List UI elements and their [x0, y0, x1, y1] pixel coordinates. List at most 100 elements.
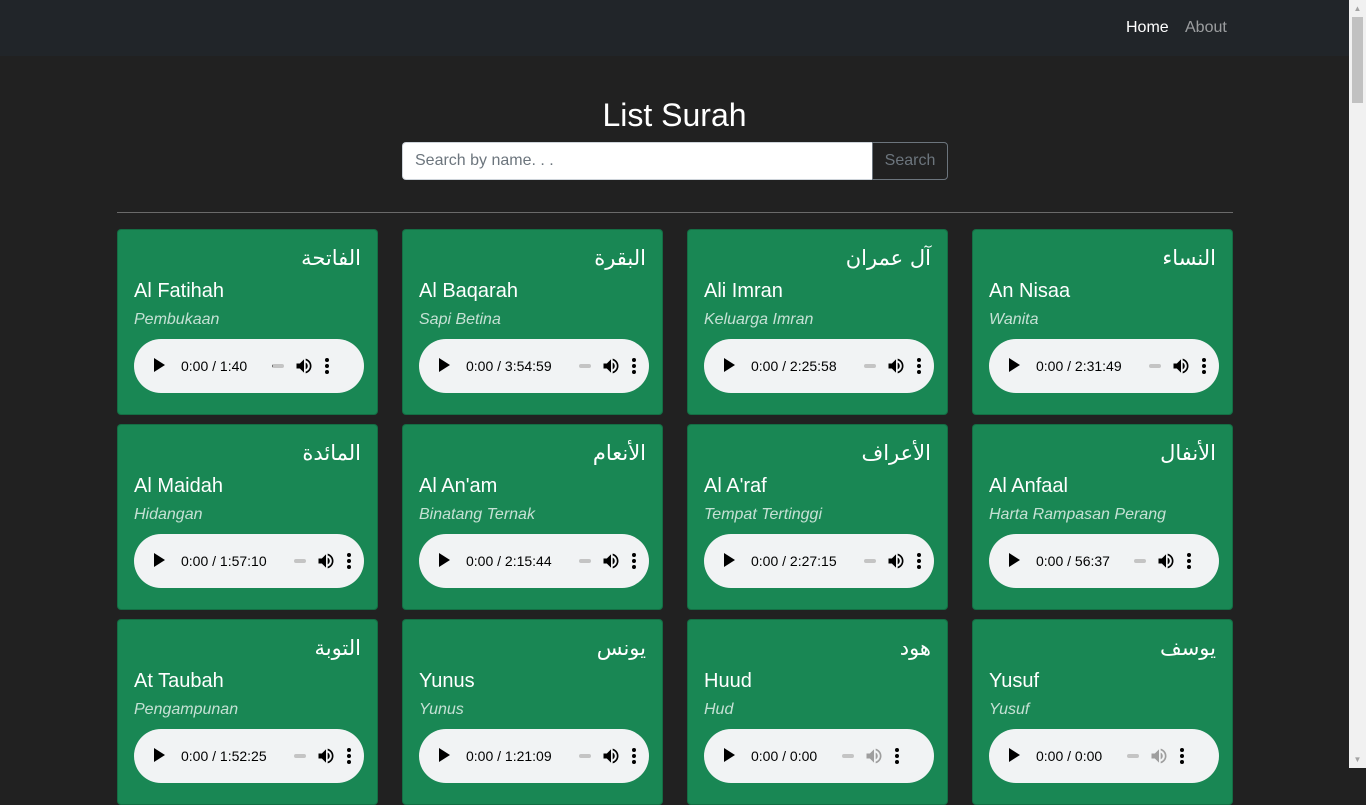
more-vert-icon[interactable]	[1186, 552, 1192, 570]
more-vert-icon[interactable]	[346, 552, 352, 570]
audio-player[interactable]: 0:00 / 3:54:59	[419, 339, 649, 393]
nav-about-link[interactable]: About	[1185, 19, 1227, 37]
more-vert-icon[interactable]	[631, 747, 637, 765]
surah-arabic-name: يونس	[596, 636, 646, 660]
audio-player[interactable]: 0:00 / 0:00	[989, 729, 1219, 783]
surah-meaning: Yusuf	[989, 701, 1030, 718]
audio-progress[interactable]	[842, 754, 855, 758]
audio-progress[interactable]	[272, 364, 285, 368]
audio-time: 0:00 / 2:15:44	[466, 553, 552, 569]
play-icon[interactable]	[1009, 358, 1020, 372]
play-icon[interactable]	[154, 553, 165, 567]
audio-time: 0:00 / 2:25:58	[751, 358, 837, 374]
audio-player[interactable]: 0:00 / 2:15:44	[419, 534, 649, 588]
page-scrollbar[interactable]: ▲ ▼	[1349, 0, 1366, 768]
audio-time: 0:00 / 2:27:15	[751, 553, 837, 569]
volume-icon[interactable]	[1156, 551, 1176, 571]
surah-name: Al An'am	[419, 475, 498, 497]
play-icon[interactable]	[439, 748, 450, 762]
more-vert-icon[interactable]	[631, 357, 637, 375]
play-icon[interactable]	[724, 748, 735, 762]
audio-time: 0:00 / 1:57:10	[181, 553, 267, 569]
surah-card: الأنفال Al Anfaal Harta Rampasan Perang …	[972, 424, 1233, 610]
nav-home-link[interactable]: Home	[1126, 19, 1169, 37]
audio-progress[interactable]	[1127, 754, 1140, 758]
play-icon[interactable]	[154, 358, 165, 372]
volume-icon[interactable]	[601, 356, 621, 376]
volume-icon[interactable]	[864, 746, 884, 766]
more-vert-icon[interactable]	[1179, 747, 1185, 765]
surah-card: الأعراف Al A'raf Tempat Tertinggi 0:00 /…	[687, 424, 948, 610]
surah-arabic-name: البقرة	[594, 246, 646, 270]
more-vert-icon[interactable]	[916, 552, 922, 570]
volume-icon[interactable]	[886, 551, 906, 571]
audio-progress[interactable]	[863, 559, 876, 563]
audio-progress[interactable]	[578, 559, 591, 563]
volume-icon[interactable]	[601, 551, 621, 571]
audio-progress[interactable]	[578, 754, 591, 758]
more-vert-icon[interactable]	[346, 747, 352, 765]
volume-icon[interactable]	[316, 551, 336, 571]
audio-player[interactable]: 0:00 / 1:57:10	[134, 534, 364, 588]
audio-player[interactable]: 0:00 / 1:40	[134, 339, 364, 393]
surah-name: An Nisaa	[989, 280, 1071, 302]
surah-arabic-name: النساء	[1162, 246, 1216, 270]
more-vert-icon[interactable]	[894, 747, 900, 765]
surah-arabic-name: آل عمران	[845, 246, 931, 270]
play-icon[interactable]	[724, 358, 735, 372]
scroll-down-icon[interactable]: ▼	[1349, 751, 1366, 768]
surah-meaning: Binatang Ternak	[419, 506, 535, 523]
audio-progress[interactable]	[863, 364, 876, 368]
play-icon[interactable]	[439, 358, 450, 372]
audio-progress[interactable]	[293, 559, 306, 563]
surah-card: الفاتحة Al Fatihah Pembukaan 0:00 / 1:40	[117, 229, 378, 415]
surah-card: التوبة At Taubah Pengampunan 0:00 / 1:52…	[117, 619, 378, 805]
audio-player[interactable]: 0:00 / 2:27:15	[704, 534, 934, 588]
play-icon[interactable]	[1009, 553, 1020, 567]
audio-time: 0:00 / 1:52:25	[181, 748, 267, 764]
more-vert-icon[interactable]	[631, 552, 637, 570]
play-icon[interactable]	[439, 553, 450, 567]
surah-name: Yunus	[419, 670, 475, 692]
more-vert-icon[interactable]	[1201, 357, 1207, 375]
audio-progress[interactable]	[1148, 364, 1161, 368]
surah-meaning: Hud	[704, 701, 734, 718]
surah-arabic-name: المائدة	[302, 441, 361, 465]
surah-name: Huud	[704, 670, 752, 692]
navbar: Home About	[0, 0, 1349, 56]
search-button[interactable]: Search	[872, 142, 948, 180]
audio-player[interactable]: 0:00 / 2:25:58	[704, 339, 934, 393]
volume-icon[interactable]	[601, 746, 621, 766]
surah-card: آل عمران Ali Imran Keluarga Imran 0:00 /…	[687, 229, 948, 415]
audio-time: 0:00 / 56:37	[1036, 553, 1110, 569]
volume-icon[interactable]	[1171, 356, 1191, 376]
audio-progress[interactable]	[1134, 559, 1147, 563]
scroll-thumb[interactable]	[1352, 17, 1363, 103]
play-icon[interactable]	[154, 748, 165, 762]
audio-player[interactable]: 0:00 / 0:00	[704, 729, 934, 783]
surah-name: Al Anfaal	[989, 475, 1068, 497]
audio-progress[interactable]	[293, 754, 306, 758]
page-title: List Surah	[602, 97, 747, 133]
audio-player[interactable]: 0:00 / 2:31:49	[989, 339, 1219, 393]
audio-progress[interactable]	[578, 364, 591, 368]
volume-icon[interactable]	[886, 356, 906, 376]
surah-card: النساء An Nisaa Wanita 0:00 / 2:31:49	[972, 229, 1233, 415]
surah-name: Al Baqarah	[419, 280, 518, 302]
surah-arabic-name: التوبة	[314, 636, 361, 660]
volume-icon[interactable]	[316, 746, 336, 766]
audio-player[interactable]: 0:00 / 56:37	[989, 534, 1219, 588]
search-input[interactable]	[402, 142, 872, 180]
surah-arabic-name: هود	[899, 636, 931, 660]
audio-player[interactable]: 0:00 / 1:52:25	[134, 729, 364, 783]
volume-icon[interactable]	[294, 356, 314, 376]
more-vert-icon[interactable]	[324, 357, 330, 375]
scroll-up-icon[interactable]: ▲	[1349, 0, 1366, 17]
surah-name: Al Fatihah	[134, 280, 225, 302]
play-icon[interactable]	[1009, 748, 1020, 762]
volume-icon[interactable]	[1149, 746, 1169, 766]
play-icon[interactable]	[724, 553, 735, 567]
more-vert-icon[interactable]	[916, 357, 922, 375]
audio-time: 0:00 / 3:54:59	[466, 358, 552, 374]
audio-player[interactable]: 0:00 / 1:21:09	[419, 729, 649, 783]
